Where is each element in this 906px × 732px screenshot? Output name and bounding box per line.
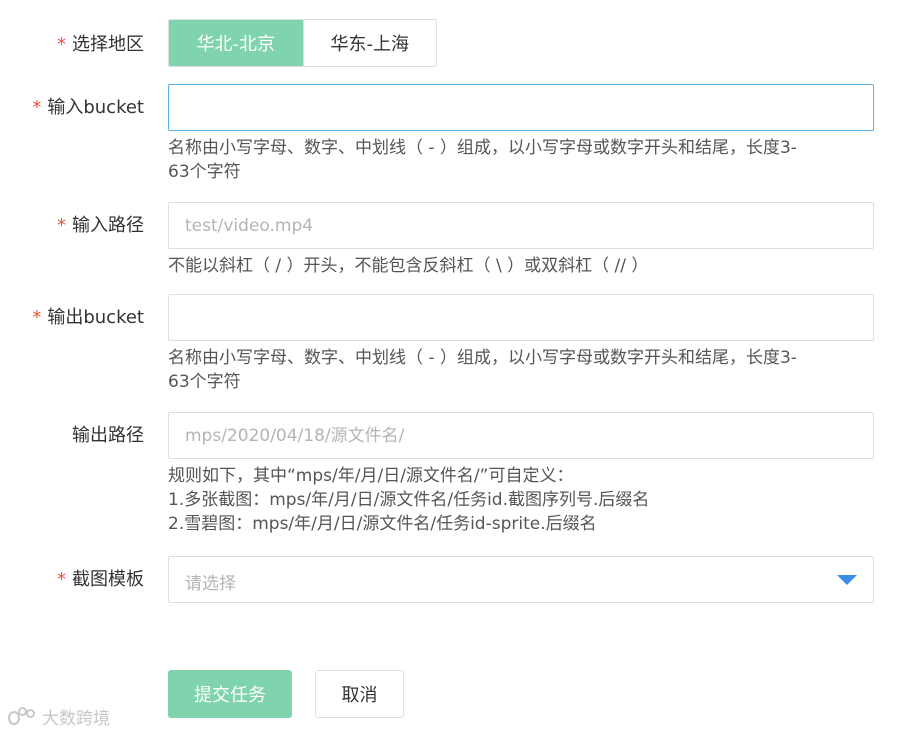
submit-task-button[interactable]: 提交任务	[168, 670, 292, 718]
input-bucket-field[interactable]	[168, 84, 874, 131]
region-label: * 选择地区	[57, 34, 144, 55]
template-label: * 截图模板	[57, 569, 144, 590]
input-bucket-label: * 输入bucket	[32, 97, 144, 118]
required-mark: *	[32, 97, 42, 118]
output-path-hint: 规则如下，其中“mps/年/月/日/源文件名/”可自定义： 1.多张截图：mps…	[168, 466, 650, 534]
region-option-north-beijing[interactable]: 华北-北京	[169, 20, 303, 66]
output-bucket-label: * 输出bucket	[32, 307, 144, 328]
input-path-field[interactable]	[168, 202, 874, 249]
caret-down-icon[interactable]	[837, 575, 857, 585]
watermark-text: 大数跨境	[42, 709, 110, 729]
region-selector: 华北-北京 华东-上海	[168, 19, 437, 67]
region-option-east-shanghai[interactable]: 华东-上海	[302, 20, 436, 66]
required-mark: *	[57, 569, 66, 590]
task-form: * 选择地区 华北-北京 华东-上海 * 输入bucket 名称由小写字母、数字、中…	[0, 0, 906, 732]
template-select[interactable]: 请选择	[168, 556, 874, 603]
cancel-button[interactable]: 取消	[315, 670, 404, 718]
output-bucket-hint: 名称由小写字母、数字、中划线（ - ）组成，以小写字母或数字开头和结尾，长度3-…	[168, 348, 797, 392]
output-bucket-field[interactable]	[168, 294, 874, 341]
template-select-placeholder: 请选择	[185, 574, 236, 594]
output-path-label: 输出路径	[72, 425, 144, 446]
input-path-hint: 不能以斜杠（ / ）开头，不能包含反斜杠（ \ ）或双斜杠（ // ）	[168, 256, 649, 276]
input-path-label: * 输入路径	[57, 215, 144, 236]
watermark-logo-icon	[8, 706, 38, 727]
required-mark: *	[57, 215, 66, 236]
input-bucket-hint: 名称由小写字母、数字、中划线（ - ）组成，以小写字母或数字开头和结尾，长度3-…	[168, 138, 797, 182]
output-path-field[interactable]	[168, 412, 874, 459]
required-mark: *	[57, 34, 66, 55]
required-mark: *	[32, 307, 42, 328]
watermark: 大数跨境	[8, 704, 110, 729]
